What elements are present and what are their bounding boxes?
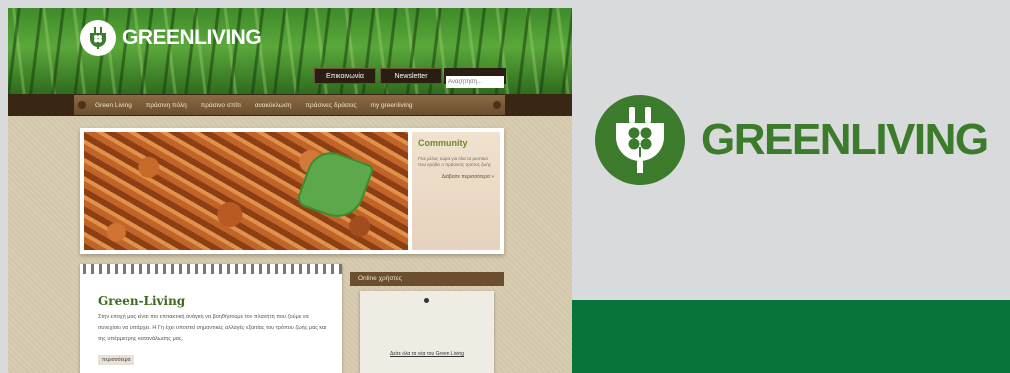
nav-item-green-home[interactable]: πράσινο σπίτι: [194, 102, 248, 109]
website-screenshot: GREENLIVING Επικοινωνία Newsletter Green…: [8, 8, 572, 373]
search-box: [444, 68, 506, 88]
online-users-card: Δείτε όλα τα νέα του Green Living: [360, 291, 494, 373]
site-logo[interactable]: GREENLIVING: [80, 20, 262, 56]
read-more-button[interactable]: περισσότερα: [98, 355, 135, 365]
community-title: Community: [418, 138, 468, 148]
pin-icon: [424, 298, 429, 303]
search-input[interactable]: [446, 76, 504, 88]
nav-item-green-actions[interactable]: πράσινες δράσεις: [299, 102, 364, 109]
plug-leaf-icon: [595, 95, 685, 185]
main-nav: Green Living πράσινη πόλη πράσινο σπίτι …: [74, 95, 505, 115]
nav-prev-icon[interactable]: [78, 101, 86, 109]
intro-text: Στην εποχή μας είναι πιο επιτακτική ανάγ…: [98, 314, 327, 342]
nav-item-green-living[interactable]: Green Living: [88, 102, 139, 109]
green-band: [572, 300, 1010, 373]
hero-frame: Community Γίνε μέλος τώρα για όλα τα μυσ…: [80, 128, 504, 254]
community-text: Γίνε μέλος τώρα για όλα τα μυστικά που κ…: [418, 156, 491, 167]
autumn-leaves-image: [84, 132, 408, 250]
community-panel: Community Γίνε μέλος τώρα για όλα τα μυσ…: [412, 132, 500, 250]
nav-next-icon[interactable]: [493, 101, 501, 109]
intro-title: Green-Living: [98, 294, 186, 308]
greenliving-logo: GREENLIVING: [595, 95, 989, 185]
nav-item-recycling[interactable]: ανακύκλωση: [248, 102, 299, 109]
site-logo-text: GREENLIVING: [122, 26, 262, 49]
green-leaf: [295, 145, 375, 225]
logo-wordmark: GREENLIVING: [701, 115, 989, 164]
contact-button[interactable]: Επικοινωνία: [314, 68, 376, 84]
community-more-link[interactable]: Διάβασε περισσότερα »: [418, 174, 494, 180]
newsletter-button[interactable]: Newsletter: [380, 68, 442, 84]
greenliving-news-link[interactable]: Δείτε όλα τα νέα του Green Living: [360, 351, 494, 357]
intro-notepad: Green-Living Στην εποχή μας είναι πιο επ…: [80, 264, 342, 373]
notepad-rings: [80, 264, 342, 274]
nav-item-my-greenliving[interactable]: my greenliving: [364, 102, 420, 109]
nav-item-green-city[interactable]: πράσινη πόλη: [139, 102, 194, 109]
online-users-header: Online χρήστες: [350, 272, 504, 286]
plug-leaf-icon: [80, 20, 116, 56]
